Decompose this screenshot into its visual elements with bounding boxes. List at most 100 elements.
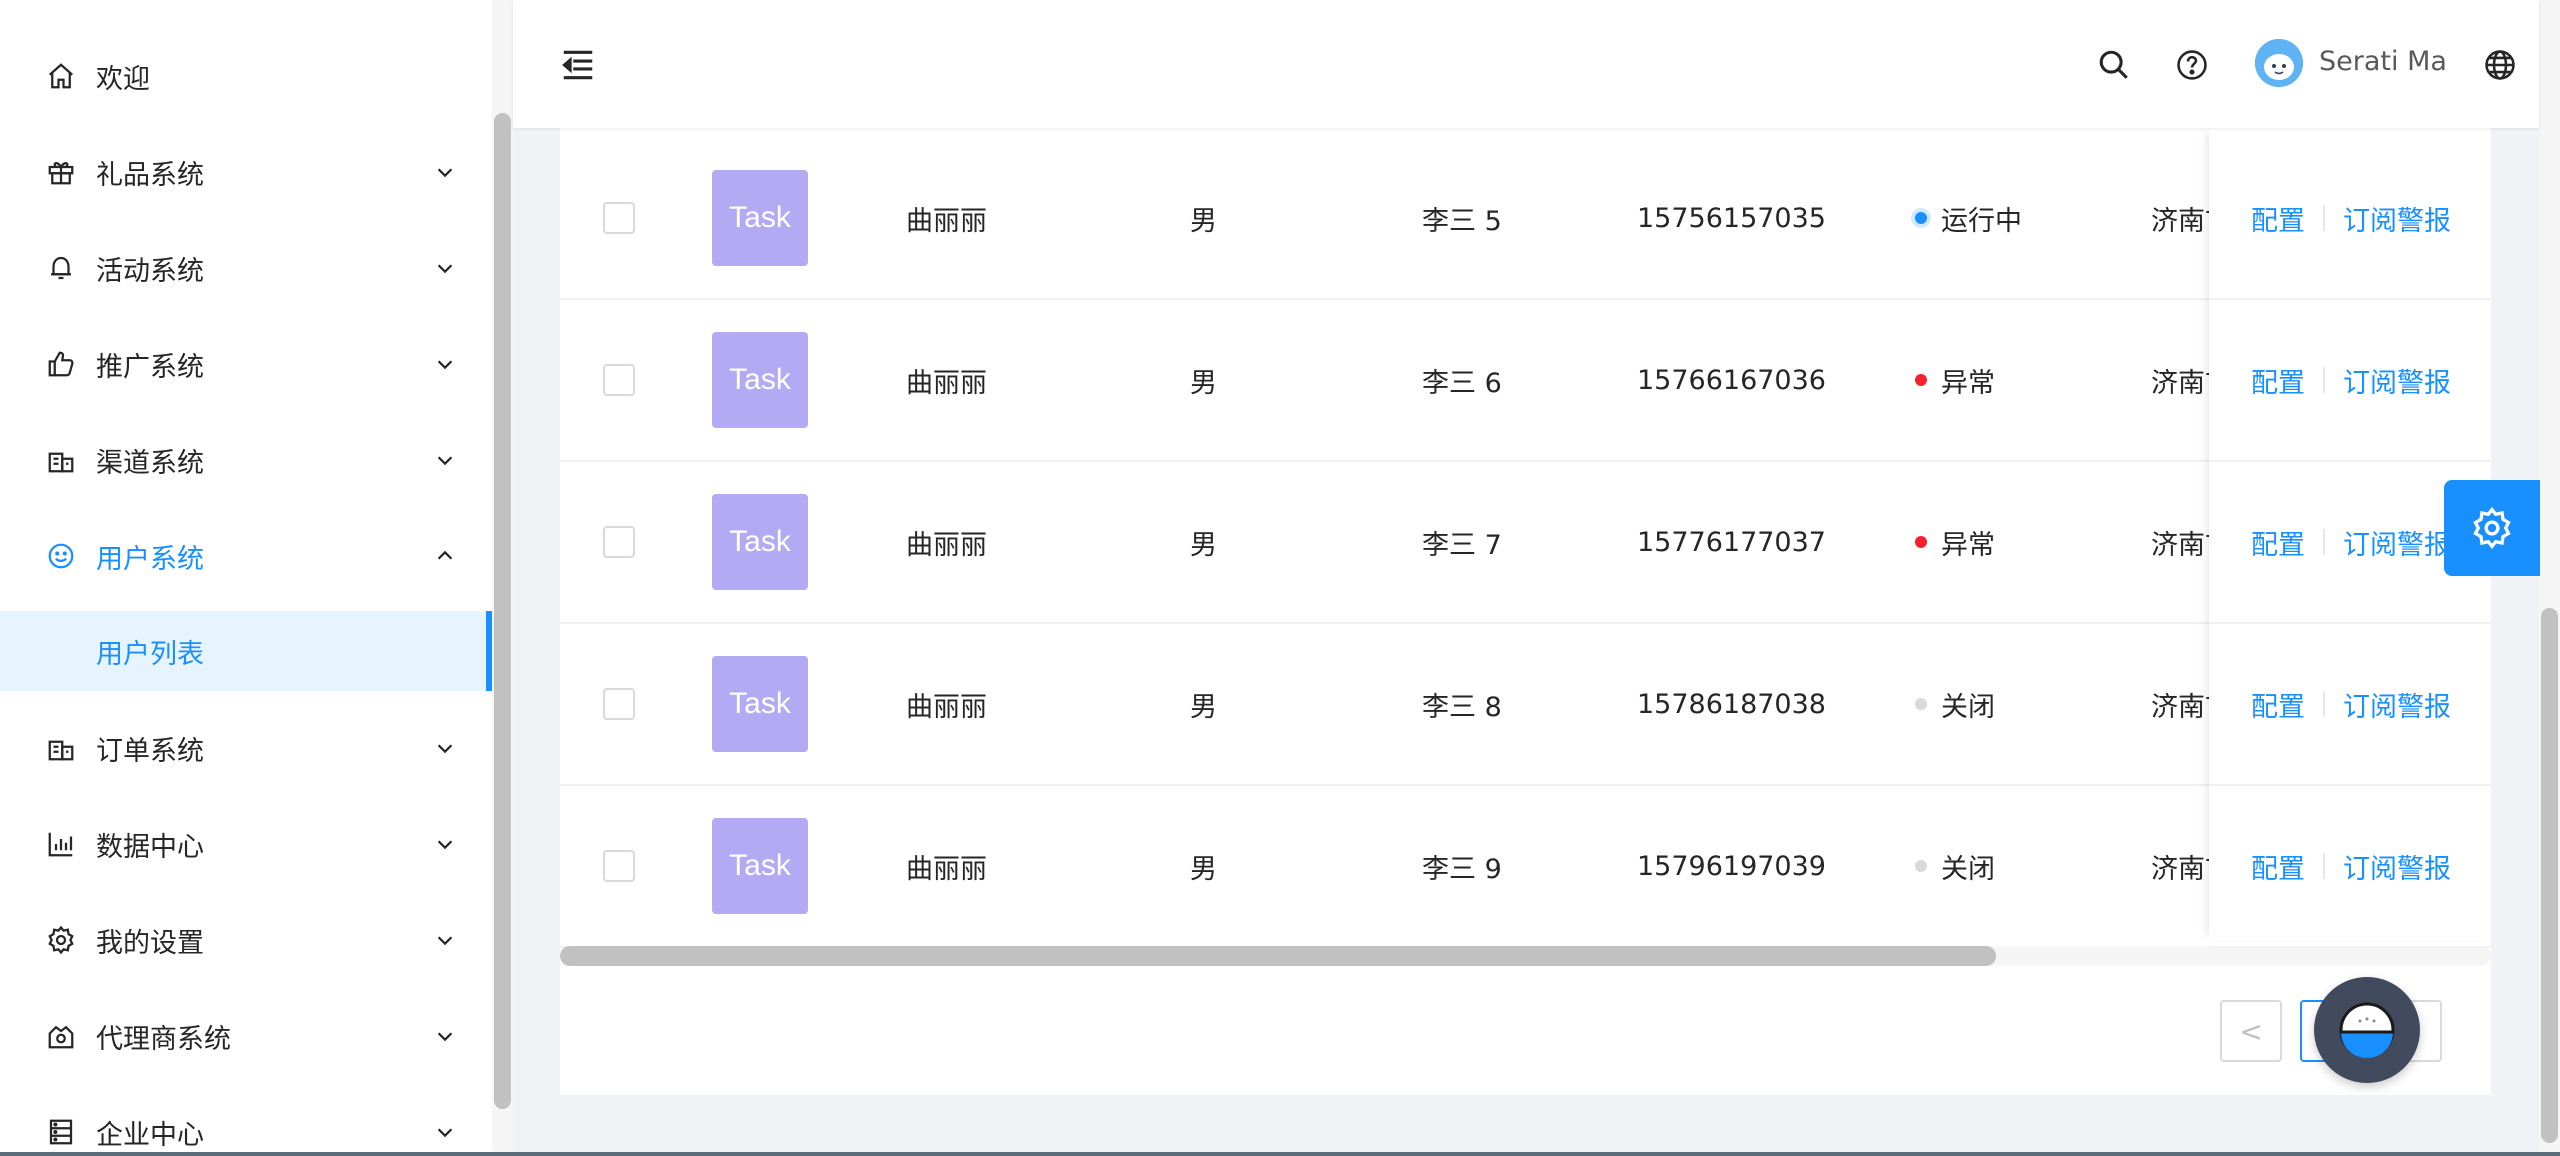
cell-select [603,786,635,946]
task-image[interactable]: Task [712,494,808,590]
table-row: Task 曲丽丽男李三 8 15786187038 关闭 济南市 [560,624,2491,786]
gear-icon [2473,507,2511,549]
cell-phone: 15786187038 [1637,688,1826,720]
question-circle-icon[interactable] [2175,48,2209,82]
status-dot [1915,212,1927,224]
config-link[interactable]: 配置 [2251,523,2305,562]
cell-owner: 李三 9 [1422,853,1502,885]
avatar[interactable] [2255,39,2303,87]
chevron-down-icon [437,1032,453,1042]
chat-bot-button[interactable] [2314,977,2420,1083]
pagination-prev-button[interactable]: < [2220,1000,2282,1062]
cell-image: Task [712,624,808,784]
action-divider [2323,853,2325,879]
cell-owner: 李三 6 [1422,367,1502,399]
menu-item-label: 数据中心 [96,831,204,863]
menu-item-gift[interactable]: 礼品系统 [0,132,492,212]
cell-actions: 配置 订阅警报 [2209,300,2491,462]
search-icon[interactable] [2097,48,2131,82]
gift-icon [44,155,78,189]
task-image[interactable]: Task [712,332,808,428]
menu-item-agent[interactable]: 代理商系统 [0,996,492,1076]
cell-gender: 男 [1190,205,1217,237]
subscribe-alert-link[interactable]: 订阅警报 [2343,523,2451,562]
menu-item-label: 活动系统 [96,255,204,287]
menu-item-label: 用户系统 [96,543,204,575]
subscribe-alert-link[interactable]: 订阅警报 [2343,847,2451,886]
top-header: Serati Ma [513,0,2539,128]
horizontal-scrollbar-thumb[interactable] [560,946,1996,966]
row-checkbox[interactable] [603,364,635,396]
menu-item-user-system[interactable]: 用户系统 [0,516,492,596]
menu-item-user-list[interactable]: 用户列表 [0,611,492,691]
globe-icon[interactable] [2483,48,2517,82]
bell-icon [44,251,78,285]
chevron-down-icon [437,168,453,178]
bar-chart-icon [44,827,78,861]
thumbs-up-icon [44,347,78,381]
subscribe-alert-link[interactable]: 订阅警报 [2343,361,2451,400]
horizontal-scrollbar-track[interactable] [560,946,2491,966]
cell-status: 关闭 [1915,624,1995,784]
status-dot [1915,374,1927,386]
chevron-down-icon [437,264,453,274]
status-dot [1915,536,1927,548]
bot-icon [2339,1002,2395,1058]
database-icon [44,1115,78,1149]
cell-image: Task [712,462,808,622]
cell-image: Task [712,138,808,298]
subscribe-alert-link[interactable]: 订阅警报 [2343,685,2451,724]
cell-actions: 配置 订阅警报 [2209,138,2491,300]
menu-item-data-center[interactable]: 数据中心 [0,804,492,884]
table-row: Task 曲丽丽男李三 9 15796197039 关闭 济南市 [560,786,2491,948]
sidebar: 欢迎 礼品系统 活动系统 推广系统 渠道系统 用户系统 用户列表 订单系统 数据… [0,0,513,1156]
row-checkbox[interactable] [603,202,635,234]
menu-item-label: 我的设置 [96,927,204,959]
menu-fold-icon[interactable] [559,46,597,84]
chevron-down-icon [437,1128,453,1138]
settings-drawer-button[interactable] [2444,480,2540,576]
subscribe-alert-link[interactable]: 订阅警报 [2343,199,2451,238]
menu-item-label: 渠道系统 [96,447,204,479]
config-link[interactable]: 配置 [2251,361,2305,400]
menu-item-label: 订单系统 [96,735,204,767]
status-text: 关闭 [1941,691,1995,723]
config-link[interactable]: 配置 [2251,685,2305,724]
action-divider [2323,691,2325,717]
cell-owner: 李三 8 [1422,691,1502,723]
cell-phone: 15766167036 [1637,364,1826,396]
cell-owner: 李三 5 [1422,205,1502,237]
config-link[interactable]: 配置 [2251,199,2305,238]
task-image[interactable]: Task [712,170,808,266]
menu-item-promotion[interactable]: 推广系统 [0,324,492,404]
cell-actions: 配置 订阅警报 [2209,624,2491,786]
row-checkbox[interactable] [603,850,635,882]
menu-item-enterprise[interactable]: 企业中心 [0,1092,492,1156]
page-scrollbar-thumb[interactable] [2541,608,2558,1143]
cell-owner: 李三 7 [1422,529,1502,561]
row-checkbox[interactable] [603,526,635,558]
task-image[interactable]: Task [712,656,808,752]
bank-icon [44,731,78,765]
cell-gender: 男 [1190,367,1217,399]
cell-select [603,138,635,298]
cell-phone: 15756157035 [1637,202,1826,234]
menu-item-welcome[interactable]: 欢迎 [0,36,492,116]
user-name[interactable]: Serati Ma [2319,46,2447,77]
task-image[interactable]: Task [712,818,808,914]
menu-item-channel[interactable]: 渠道系统 [0,420,492,500]
sidebar-scrollbar-thumb[interactable] [494,113,511,1109]
status-text: 关闭 [1941,853,1995,885]
config-link[interactable]: 配置 [2251,847,2305,886]
row-checkbox[interactable] [603,688,635,720]
table-card: Task 曲丽丽男李三 5 15756157035 运行中 济南市 Task 曲丽丽男李三 … [560,128,2491,1095]
shop-icon [44,1019,78,1053]
menu-item-label: 推广系统 [96,351,204,383]
home-icon [44,59,78,93]
menu-item-my-settings[interactable]: 我的设置 [0,900,492,980]
cell-actions: 配置 订阅警报 [2209,786,2491,948]
menu-item-activity[interactable]: 活动系统 [0,228,492,308]
cell-name: 曲丽丽 [906,853,987,885]
menu-item-order[interactable]: 订单系统 [0,708,492,788]
cell-name: 曲丽丽 [906,367,987,399]
